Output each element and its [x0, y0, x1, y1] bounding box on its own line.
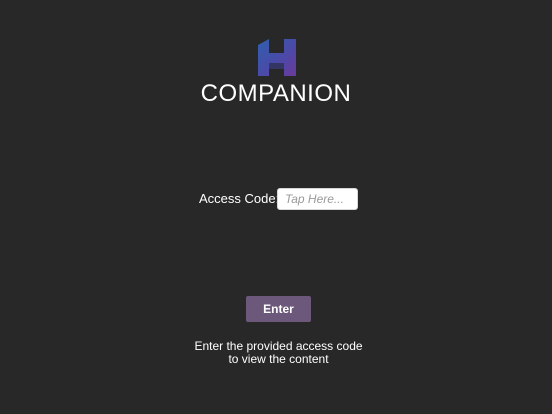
- enter-button[interactable]: Enter: [246, 296, 311, 322]
- help-text-line2: to view the content: [228, 352, 329, 366]
- access-code-row: Access Code:: [0, 188, 552, 210]
- access-code-label: Access Code:: [199, 191, 280, 206]
- access-code-input[interactable]: [277, 188, 358, 210]
- brand-name: COMPANION: [200, 80, 352, 107]
- h-logo-icon: [258, 39, 296, 76]
- help-text: Enter the provided access code to view t…: [0, 340, 552, 366]
